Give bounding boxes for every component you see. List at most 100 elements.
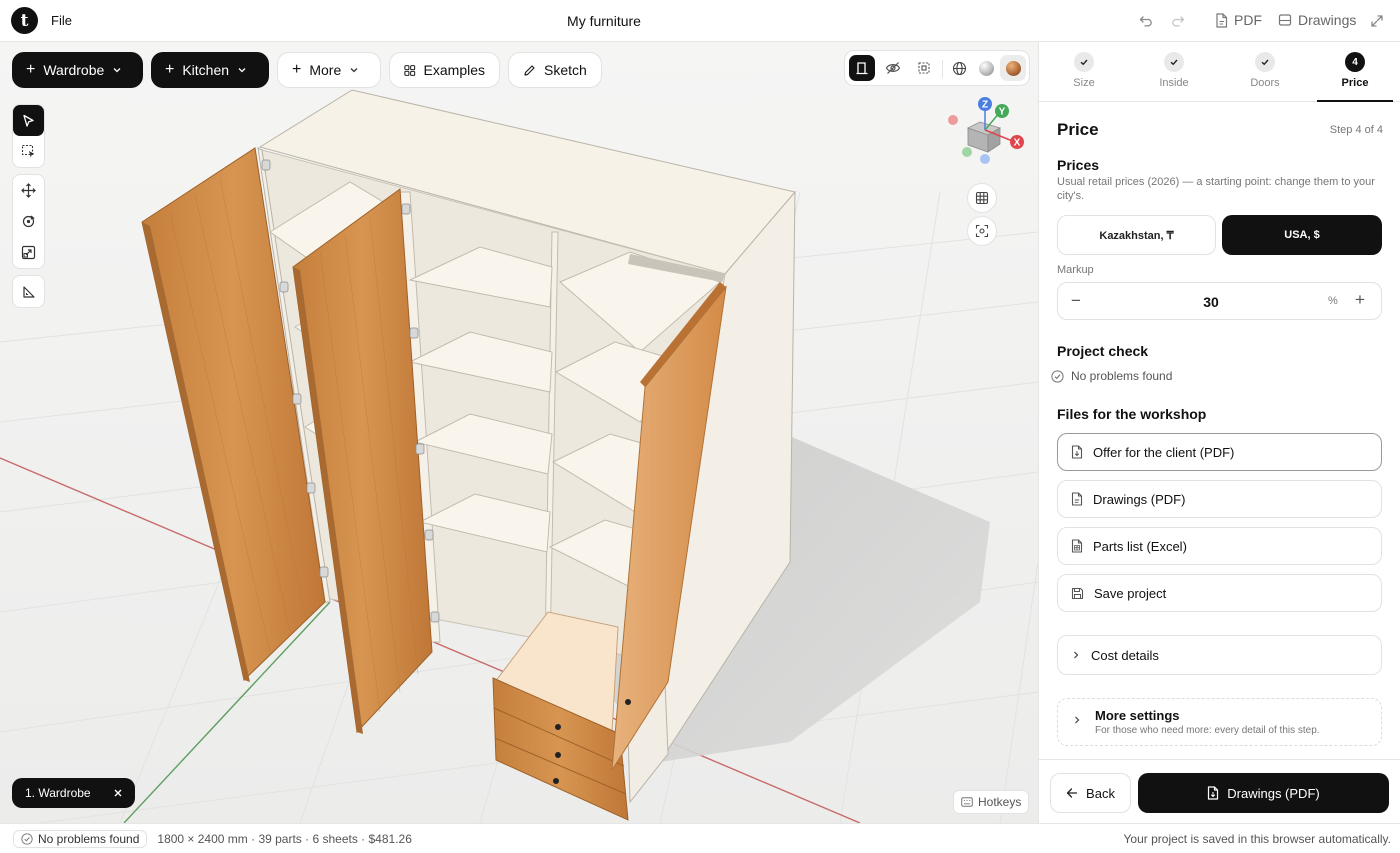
hotkeys-button[interactable]: Hotkeys <box>953 790 1030 814</box>
material-white-button[interactable] <box>973 55 999 81</box>
z-axis-label: Z <box>982 100 988 111</box>
3d-viewport[interactable]: + Wardrobe + Kitchen + More Examples Ske… <box>0 42 1038 823</box>
files-heading: Files for the workshop <box>1057 406 1207 422</box>
x-axis-label: X <box>1014 138 1021 149</box>
add-kitchen-label: Kitchen <box>182 62 230 78</box>
prices-note: Usual retail prices (2026) — a starting … <box>1057 176 1375 202</box>
grid-icon <box>404 64 416 76</box>
selection-tools <box>12 104 45 168</box>
frame-icon <box>918 62 930 74</box>
view-toolbar <box>844 50 1030 86</box>
document-title[interactable]: My furniture <box>0 13 1208 29</box>
left-tool-palette <box>12 104 45 314</box>
chevron-down-icon <box>238 68 246 73</box>
parts-list-button[interactable]: Parts list (Excel) <box>1057 527 1382 565</box>
ruler-icon <box>22 285 35 298</box>
active-step-indicator <box>1317 100 1393 102</box>
save-project-button[interactable]: Save project <box>1057 574 1382 612</box>
project-check-result: No problems found <box>1051 369 1172 383</box>
sketch-label: Sketch <box>544 62 587 78</box>
check-circle-icon <box>1051 369 1064 383</box>
rotate-tool-button[interactable] <box>13 206 44 237</box>
wood-sphere-icon <box>1005 60 1021 76</box>
more-settings-toggle[interactable]: More settings For those who need more: e… <box>1057 698 1382 746</box>
add-wardrobe-label: Wardrobe <box>43 62 105 78</box>
step-doors-label: Doors <box>1250 77 1280 89</box>
save-project-label: Save project <box>1094 585 1167 601</box>
measure-tools <box>12 275 45 308</box>
grid-toggle-button[interactable] <box>967 183 997 213</box>
add-kitchen-button[interactable]: + Kitchen <box>151 52 269 88</box>
chevron-down-icon <box>350 68 358 73</box>
undo-icon[interactable] <box>1137 12 1155 30</box>
measure-tool-button[interactable] <box>13 276 44 307</box>
add-wardrobe-button[interactable]: + Wardrobe <box>12 52 143 88</box>
neg-x-handle[interactable] <box>948 115 958 125</box>
sketch-button[interactable]: Sketch <box>508 52 602 88</box>
step-price-number: 4 <box>1345 52 1365 72</box>
orientation-gizmo[interactable]: Z Y X <box>940 92 1030 172</box>
step-price[interactable]: 4 Price <box>1315 52 1395 89</box>
transform-tools <box>12 174 45 269</box>
neg-z-handle[interactable] <box>980 154 990 164</box>
selected-object-chip[interactable]: 1. Wardrobe <box>12 778 135 808</box>
step-inside[interactable]: Inside <box>1134 52 1214 89</box>
step-size[interactable]: Size <box>1044 52 1124 89</box>
hotkeys-label: Hotkeys <box>978 795 1022 809</box>
material-wood-button[interactable] <box>1000 55 1026 81</box>
region-usa-button[interactable]: USA, $ <box>1222 215 1382 255</box>
check-icon <box>1074 52 1094 72</box>
problems-status-badge[interactable]: No problems found <box>13 830 148 848</box>
plus-icon[interactable]: + <box>1355 290 1365 310</box>
back-label: Back <box>1086 785 1115 801</box>
spreadsheet-icon <box>1071 539 1083 553</box>
move-icon <box>21 183 36 198</box>
region-kazakhstan-button[interactable]: Kazakhstan, ₸ <box>1057 215 1216 255</box>
box-select-tool-button[interactable] <box>13 136 44 167</box>
more-button[interactable]: + More <box>277 52 381 88</box>
close-icon[interactable] <box>113 788 123 798</box>
hide-doors-button[interactable] <box>880 55 906 81</box>
drawings-pdf-button[interactable]: Drawings (PDF) <box>1057 480 1382 518</box>
arrow-left-icon <box>1066 788 1078 798</box>
parts-list-label: Parts list (Excel) <box>1093 538 1187 554</box>
examples-label: Examples <box>423 62 485 78</box>
move-tool-button[interactable] <box>13 175 44 206</box>
back-button[interactable]: Back <box>1050 773 1131 813</box>
autosave-notice: Your project is saved in this browser au… <box>1123 832 1391 846</box>
scale-tool-button[interactable] <box>13 237 44 268</box>
step-doors[interactable]: Doors <box>1225 52 1305 89</box>
problems-status-text: No problems found <box>38 832 140 846</box>
wardrobe-3d-scene[interactable] <box>0 42 1038 823</box>
cost-details-label: Cost details <box>1091 647 1159 663</box>
globe-view-button[interactable] <box>946 55 972 81</box>
fullscreen-icon[interactable] <box>1368 12 1386 30</box>
pdf-link[interactable]: PDF <box>1215 12 1262 28</box>
status-left: No problems found 1800 × 2400 mm · 39 pa… <box>13 830 412 848</box>
panel-title: Price <box>1057 120 1099 139</box>
markup-value[interactable]: 30 <box>1058 294 1364 310</box>
step-size-label: Size <box>1073 77 1095 89</box>
more-settings-title: More settings <box>1095 708 1180 723</box>
offer-pdf-label: Offer for the client (PDF) <box>1093 444 1235 460</box>
offer-pdf-button[interactable]: Offer for the client (PDF) <box>1057 433 1382 471</box>
more-settings-subtitle: For those who need more: every detail of… <box>1095 725 1320 736</box>
scale-icon <box>21 245 36 260</box>
cost-details-toggle[interactable]: Cost details <box>1057 635 1382 675</box>
examples-button[interactable]: Examples <box>389 52 500 88</box>
drawings-pdf-primary-label: Drawings (PDF) <box>1227 785 1320 801</box>
status-bar: No problems found 1800 × 2400 mm · 39 pa… <box>0 823 1400 853</box>
wizard-steps: Size Inside Doors 4 Price <box>1039 42 1400 102</box>
select-tool-button[interactable] <box>13 105 44 136</box>
more-label: More <box>309 62 342 78</box>
drawings-pdf-primary-button[interactable]: Drawings (PDF) <box>1138 773 1389 813</box>
view-mode-active-button[interactable] <box>849 55 875 81</box>
eye-off-icon <box>885 62 901 74</box>
drawings-link[interactable]: Drawings <box>1278 12 1356 28</box>
zoom-fit-button[interactable] <box>967 216 997 246</box>
cursor-icon <box>23 114 34 127</box>
neg-y-handle[interactable] <box>962 147 972 157</box>
redo-icon[interactable] <box>1169 12 1187 30</box>
frame-select-button[interactable] <box>911 55 937 81</box>
file-icon <box>1216 12 1228 28</box>
